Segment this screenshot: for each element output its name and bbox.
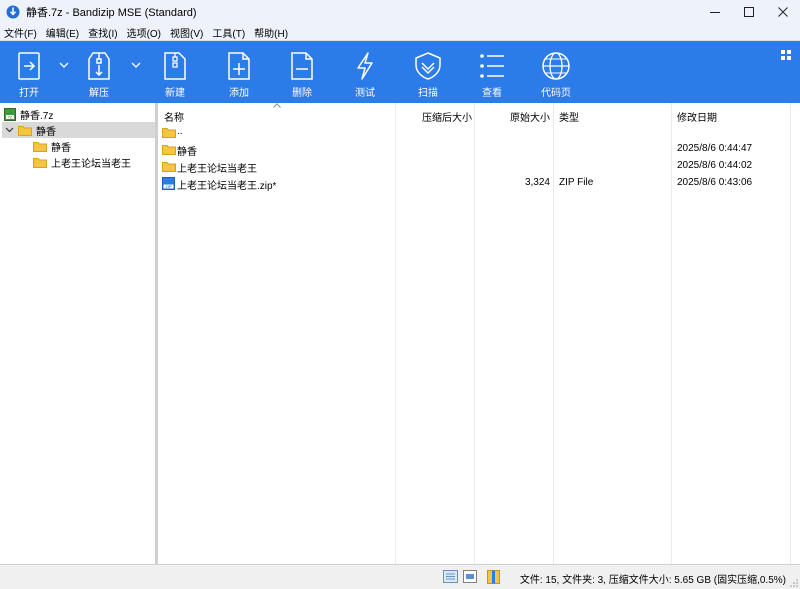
- new-archive-icon: [164, 52, 186, 80]
- menu-bar: 文件(F) 编辑(E) 查找(I) 选项(O) 视图(V) 工具(T) 帮助(H…: [0, 24, 800, 41]
- list-row[interactable]: 上老王论坛当老王 2025/8/6 0:44:02: [158, 158, 800, 175]
- folder-icon: [33, 141, 47, 152]
- extract-button[interactable]: 解压: [80, 41, 118, 103]
- menu-find[interactable]: 查找(I): [88, 25, 117, 40]
- tree-item[interactable]: 上老王论坛当老王: [33, 154, 131, 170]
- add-file-icon: [228, 52, 250, 80]
- scan-shield-icon: [415, 52, 441, 80]
- folder-icon: [162, 162, 176, 172]
- delete-button[interactable]: 删除: [283, 41, 321, 103]
- scan-button[interactable]: 扫描: [409, 41, 447, 103]
- thumbnail-view-icon[interactable]: [463, 570, 477, 583]
- file-list: 名称 压缩后大小 原始大小 类型 修改日期 .. 静香 2025/8/6 0:4…: [158, 103, 800, 564]
- delete-file-icon: [291, 52, 313, 80]
- menu-view[interactable]: 视图(V): [170, 25, 203, 40]
- svg-text:7Z: 7Z: [8, 114, 13, 119]
- menu-tools[interactable]: 工具(T): [212, 25, 245, 40]
- maximize-button[interactable]: [732, 0, 766, 24]
- resize-grip-icon[interactable]: [790, 579, 798, 587]
- add-button[interactable]: 添加: [220, 41, 258, 103]
- archive-7z-icon: 7Z: [4, 107, 16, 121]
- codepage-globe-icon: [542, 52, 570, 80]
- open-button[interactable]: 打开: [10, 41, 48, 103]
- column-header-name[interactable]: 名称: [164, 109, 184, 124]
- title-bar: 静香.7z - Bandizip MSE (Standard): [0, 0, 800, 24]
- window-title: 静香.7z - Bandizip MSE (Standard): [26, 7, 197, 19]
- maximize-icon: [744, 7, 754, 17]
- close-icon: [778, 7, 788, 17]
- menu-options[interactable]: 选项(O): [127, 25, 161, 40]
- status-bar: 文件: 15, 文件夹: 3, 压缩文件大小: 5.65 GB (固实压缩,0.…: [0, 564, 800, 589]
- folder-tree: 7Z 静香.7z 静香 静香 上老王论坛当老王: [0, 103, 155, 564]
- extract-icon: [88, 52, 110, 80]
- menu-edit[interactable]: 编辑(E): [46, 25, 79, 40]
- layout-grid-icon[interactable]: [781, 50, 792, 61]
- expand-chevron-icon[interactable]: [5, 126, 14, 134]
- close-window-button[interactable]: [766, 0, 800, 24]
- tree-item-selected[interactable]: 静香: [2, 122, 155, 138]
- bandizip-app-icon: [6, 5, 20, 19]
- list-row[interactable]: 静香 2025/8/6 0:44:47: [158, 141, 800, 158]
- open-icon: [18, 52, 40, 80]
- folder-icon: [33, 157, 47, 168]
- test-icon: [357, 52, 373, 80]
- folder-icon: [162, 128, 176, 138]
- column-header-modified[interactable]: 修改日期: [677, 109, 717, 124]
- toolbar: 打开 解压 新建 添加 删除 测试 扫描 查看 代码页: [0, 41, 800, 103]
- tree-root-archive[interactable]: 7Z 静香.7z: [4, 106, 53, 122]
- menu-file[interactable]: 文件(F): [4, 25, 37, 40]
- zip-file-icon: ZIP: [162, 177, 175, 190]
- sort-ascending-icon: [273, 103, 281, 108]
- tree-item[interactable]: 静香: [33, 138, 71, 154]
- minimize-icon: [710, 12, 720, 13]
- list-row[interactable]: ZIP 上老王论坛当老王.zip* 3,324 ZIP File 2025/8/…: [158, 175, 800, 192]
- menu-help[interactable]: 帮助(H): [254, 25, 288, 40]
- details-view-icon[interactable]: [443, 570, 458, 583]
- new-archive-button[interactable]: 新建: [156, 41, 194, 103]
- minimize-button[interactable]: [698, 0, 732, 24]
- archive-info-icon[interactable]: [487, 570, 500, 584]
- test-button[interactable]: 测试: [346, 41, 384, 103]
- status-summary: 文件: 15, 文件夹: 3, 压缩文件大小: 5.65 GB (固实压缩,0.…: [519, 575, 786, 586]
- codepage-button[interactable]: 代码页: [536, 41, 576, 103]
- list-row-parent[interactable]: ..: [158, 124, 800, 141]
- folder-icon: [162, 145, 176, 155]
- column-header-type[interactable]: 类型: [559, 109, 579, 124]
- open-dropdown-chevron-icon[interactable]: [59, 61, 69, 69]
- view-button[interactable]: 查看: [473, 41, 511, 103]
- extract-dropdown-chevron-icon[interactable]: [131, 61, 141, 69]
- svg-text:ZIP: ZIP: [165, 184, 172, 189]
- folder-icon: [18, 125, 32, 136]
- column-header-original-size[interactable]: 原始大小: [510, 109, 550, 124]
- column-header-packed-size[interactable]: 压缩后大小: [422, 109, 472, 124]
- view-list-icon: [480, 54, 504, 78]
